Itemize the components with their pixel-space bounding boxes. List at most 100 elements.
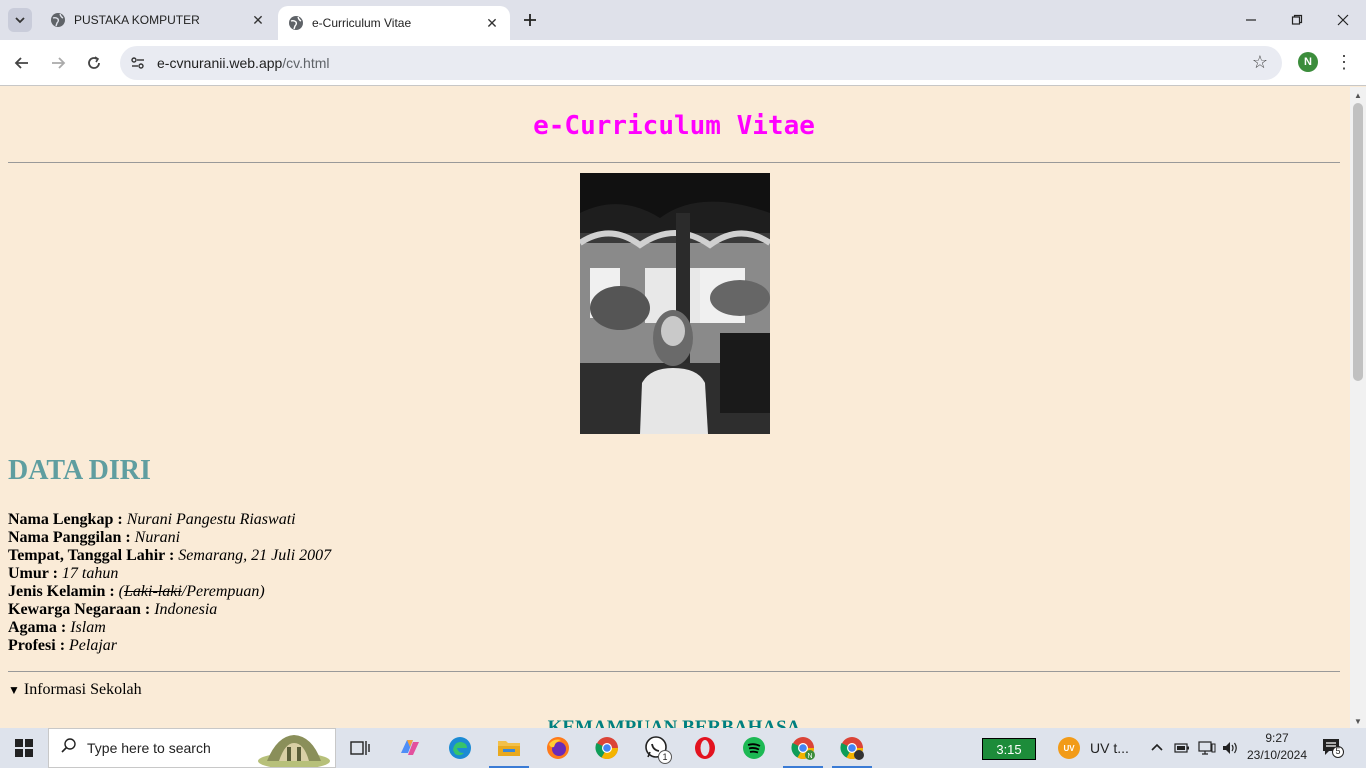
close-tab-icon[interactable]: ✕ <box>484 15 500 31</box>
taskbar: Type here to search 1 N 3:15 UV UV t... <box>0 728 1366 768</box>
edge-button[interactable] <box>440 732 480 764</box>
arrow-right-icon <box>52 57 66 69</box>
chrome-profile-icon <box>840 737 864 760</box>
profile-avatar[interactable]: N <box>1298 52 1318 72</box>
file-explorer-button[interactable] <box>489 732 529 768</box>
field-value: (Laki-laki/Perempuan) <box>119 583 265 600</box>
start-button[interactable] <box>0 728 48 768</box>
copilot-icon <box>401 740 419 755</box>
page-body: e-Curriculum Vitae DATA DIRI Nama Lengka… <box>8 87 1340 728</box>
clock-date: 23/10/2024 <box>1246 748 1308 762</box>
volume-icon[interactable] <box>1222 738 1240 758</box>
bookmark-star-icon[interactable]: ☆ <box>1252 52 1268 73</box>
field-label: Profesi : <box>8 637 66 654</box>
site-settings-icon[interactable] <box>128 53 148 73</box>
data-row-nama-lengkap: Nama Lengkap : Nurani Pangestu Riaswati <box>8 511 331 529</box>
chrome-profile-2-button[interactable] <box>832 732 872 768</box>
field-value: Indonesia <box>154 601 218 618</box>
search-placeholder: Type here to search <box>87 740 211 756</box>
struck-option: Laki-laki <box>124 583 182 600</box>
field-label: Jenis Kelamin : <box>8 583 115 600</box>
windows-logo-icon <box>15 739 33 757</box>
show-hidden-icons-button[interactable] <box>1150 738 1164 758</box>
minimize-button[interactable] <box>1228 0 1274 40</box>
tab-pustaka-komputer[interactable]: PUSTAKA KOMPUTER ✕ <box>40 0 276 40</box>
chrome-icon <box>595 737 618 759</box>
details-informasi-sekolah[interactable]: ▼ Informasi Sekolah <box>8 681 142 699</box>
task-view-button[interactable] <box>340 732 380 764</box>
globe-icon <box>288 15 304 31</box>
spotify-button[interactable] <box>734 732 774 764</box>
whatsapp-button[interactable]: 1 <box>636 732 676 764</box>
chrome-profile-n-button[interactable]: N <box>783 732 823 768</box>
field-value: Islam <box>70 619 106 636</box>
battery-indicator[interactable]: 3:15 <box>982 738 1036 760</box>
folder-icon <box>498 741 520 756</box>
field-value: 17 tahun <box>61 565 119 582</box>
tab-title: PUSTAKA KOMPUTER <box>74 13 200 27</box>
chevron-down-icon <box>15 17 25 24</box>
divider <box>8 671 1340 672</box>
url-host: e-cvnuranii.web.app <box>157 55 283 71</box>
firefox-icon <box>547 737 569 759</box>
page-scrollbar[interactable]: ▲ ▼ <box>1350 87 1366 728</box>
copilot-button[interactable] <box>390 732 430 764</box>
url-text[interactable]: e-cvnuranii.web.app/cv.html <box>157 55 330 71</box>
taskbar-search-box[interactable]: Type here to search <box>48 728 336 768</box>
uv-logo-icon: UV <box>1058 737 1080 759</box>
data-row-ttl: Tempat, Tanggal Lahir : Semarang, 21 Jul… <box>8 547 331 565</box>
reload-icon <box>88 56 100 69</box>
scroll-up-arrow-icon[interactable]: ▲ <box>1354 91 1362 100</box>
section-heading-kemampuan-berbahasa: KEMAMPUAN BERBAHASA <box>547 717 801 728</box>
task-view-icon <box>350 741 370 755</box>
data-row-nama-panggilan: Nama Panggilan : Nurani <box>8 529 331 547</box>
close-window-button[interactable] <box>1320 0 1366 40</box>
tab-search-button[interactable] <box>8 8 32 32</box>
spotify-icon <box>743 737 765 759</box>
back-button[interactable] <box>8 49 36 77</box>
uv-app-label: UV t... <box>1090 740 1129 756</box>
data-row-profesi: Profesi : Pelajar <box>8 637 331 655</box>
battery-tray-icon[interactable] <box>1174 738 1190 758</box>
opera-icon <box>695 737 715 759</box>
uv-app-button[interactable]: UV UV t... <box>1058 736 1129 760</box>
details-summary[interactable]: Informasi Sekolah <box>24 681 142 698</box>
network-icon[interactable] <box>1198 738 1216 758</box>
notification-center-button[interactable]: 5 <box>1322 738 1344 758</box>
close-tab-icon[interactable]: ✕ <box>250 12 266 28</box>
firefox-button[interactable] <box>538 732 578 764</box>
page-viewport: e-Curriculum Vitae DATA DIRI Nama Lengka… <box>0 87 1350 728</box>
scroll-down-arrow-icon[interactable]: ▼ <box>1354 717 1362 726</box>
restore-icon <box>1291 14 1303 25</box>
field-label: Agama : <box>8 619 67 636</box>
tab-strip: PUSTAKA KOMPUTER ✕ e-Curriculum Vitae ✕ <box>0 0 1366 40</box>
field-label: Nama Panggilan : <box>8 529 131 546</box>
svg-text:N: N <box>807 753 812 760</box>
notification-count: 5 <box>1335 746 1341 756</box>
personal-data-list: Nama Lengkap : Nurani Pangestu Riaswati … <box>8 511 331 655</box>
minimize-icon <box>1246 19 1256 21</box>
forward-button[interactable] <box>44 49 72 77</box>
plus-icon <box>524 14 536 26</box>
field-value: Semarang, 21 Juli 2007 <box>178 547 332 564</box>
reload-button[interactable] <box>80 49 108 77</box>
disclosure-triangle-icon[interactable]: ▼ <box>8 683 20 698</box>
chrome-button[interactable] <box>587 732 627 764</box>
opera-button[interactable] <box>685 732 725 764</box>
chevron-up-icon <box>1151 743 1163 751</box>
address-bar[interactable]: e-cvnuranii.web.app/cv.html ☆ <box>120 46 1282 80</box>
scroll-thumb[interactable] <box>1353 103 1363 381</box>
data-row-agama: Agama : Islam <box>8 619 331 637</box>
divider <box>8 162 1340 163</box>
restore-button[interactable] <box>1274 0 1320 40</box>
browser-menu-icon[interactable]: ⋮ <box>1334 50 1354 74</box>
data-row-kewarganegaraan: Kewarga Negaraan : Indonesia <box>8 601 331 619</box>
field-value: Nurani Pangestu Riaswati <box>126 511 296 528</box>
field-label: Umur : <box>8 565 58 582</box>
field-value: Nurani <box>134 529 181 546</box>
field-value: Pelajar <box>69 637 118 654</box>
system-clock[interactable]: 9:27 23/10/2024 <box>1246 730 1308 764</box>
new-tab-button[interactable] <box>518 8 542 32</box>
tab-e-curriculum-vitae[interactable]: e-Curriculum Vitae ✕ <box>278 6 510 40</box>
page-title: e-Curriculum Vitae <box>533 111 815 141</box>
